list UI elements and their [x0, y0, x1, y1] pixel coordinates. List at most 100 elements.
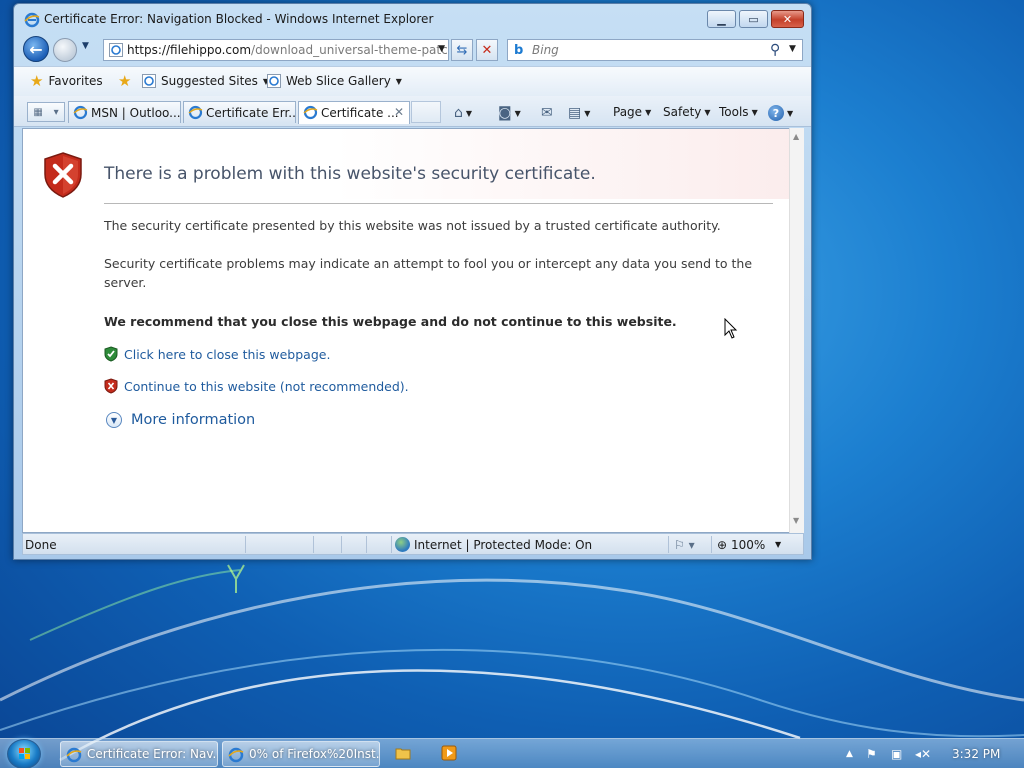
safety-menu[interactable]: Safety ▼: [663, 105, 711, 119]
tab-ie-icon: [73, 105, 88, 120]
page-ie-icon: [109, 43, 123, 57]
web-slice-dropdown-icon: ▼: [395, 76, 402, 86]
home-icon: ⌂: [454, 105, 463, 121]
bing-icon: b: [514, 43, 524, 58]
zoom-dropdown-icon[interactable]: ▼: [775, 540, 781, 549]
tab-close-icon[interactable]: ✕: [394, 105, 404, 119]
address-dropdown-icon[interactable]: ▼: [438, 44, 445, 54]
status-text: Done: [25, 538, 57, 552]
taskbar-item-ie[interactable]: Certificate Error: Nav...: [60, 741, 218, 767]
quick-tabs-grid-icon: ▦: [33, 106, 43, 118]
system-clock[interactable]: 3:32 PM: [952, 747, 1000, 761]
page-menu[interactable]: Page ▼: [613, 105, 651, 119]
continue-to-website-link[interactable]: Continue to this website (not recommende…: [104, 378, 409, 394]
help-icon: ?: [768, 105, 784, 121]
help-dropdown-icon: ▼: [787, 108, 794, 118]
show-hidden-icons[interactable]: ▲: [846, 749, 853, 759]
compatibility-refresh-button[interactable]: ⇆: [451, 39, 473, 61]
suggested-sites-button[interactable]: Suggested Sites ▼: [142, 74, 269, 88]
zoom-icon[interactable]: ⊕: [717, 538, 727, 552]
help-button[interactable]: ? ▼: [768, 105, 793, 121]
taskbar-item-label: Certificate Error: Nav...: [87, 747, 218, 761]
back-button[interactable]: ←: [23, 36, 49, 62]
red-shield-icon: [104, 378, 118, 394]
taskbar-item-download[interactable]: 0% of Firefox%20Inst...: [222, 741, 380, 767]
taskbar-ie-icon: [228, 747, 244, 763]
mouse-cursor-icon: [724, 318, 738, 339]
page-menu-label: Page: [613, 105, 643, 119]
status-separator: [711, 536, 712, 553]
action-center-flag-icon[interactable]: ⚑: [866, 747, 877, 761]
page-dropdown-icon: ▼: [645, 107, 652, 117]
security-zone-text[interactable]: Internet | Protected Mode: On: [414, 538, 592, 552]
maximize-button[interactable]: ▭: [739, 10, 768, 28]
search-icon[interactable]: ⚲: [770, 42, 780, 58]
status-separator: [366, 536, 367, 553]
tab-ie-icon: [188, 105, 203, 120]
explorer-folder-icon[interactable]: [395, 745, 411, 761]
tools-menu[interactable]: Tools ▼: [719, 105, 758, 119]
close-webpage-link[interactable]: Click here to close this webpage.: [104, 346, 330, 362]
search-box[interactable]: b Bing ⚲ ▼: [507, 39, 803, 61]
web-slice-gallery-label: Web Slice Gallery: [286, 74, 391, 88]
print-button[interactable]: ▤ ▼: [568, 105, 590, 121]
tab-ie-icon: [303, 105, 318, 120]
add-favorites-icon: ★: [118, 72, 132, 90]
status-separator: [668, 536, 669, 553]
stop-button[interactable]: ✕: [476, 39, 498, 61]
status-separator: [341, 536, 342, 553]
start-button[interactable]: [7, 739, 41, 768]
windows-logo-icon: [19, 748, 30, 759]
tab-label: Certificate ...: [321, 106, 399, 120]
recommendation-text: We recommend that you close this webpage…: [104, 314, 677, 329]
maximize-icon: ▭: [748, 12, 759, 26]
home-button[interactable]: ⌂ ▼: [454, 105, 472, 121]
minimize-button[interactable]: ▁: [707, 10, 736, 28]
safety-menu-label: Safety: [663, 105, 702, 119]
tab-certificate-error-1[interactable]: Certificate Err...: [183, 101, 296, 123]
feeds-dropdown-icon: ▼: [514, 108, 521, 118]
taskbar-item-label: 0% of Firefox%20Inst...: [249, 747, 380, 761]
scroll-down-icon[interactable]: ▼: [793, 516, 799, 525]
quick-tabs-button[interactable]: ▦ ▾: [27, 102, 65, 122]
add-to-favorites-bar-button[interactable]: ★: [118, 72, 132, 90]
search-dropdown-icon[interactable]: ▼: [789, 44, 796, 54]
more-information-toggle[interactable]: ▼ More information: [106, 412, 255, 428]
web-slice-gallery-button[interactable]: Web Slice Gallery ▼: [267, 74, 402, 88]
mail-icon: ✉: [541, 105, 553, 121]
tab-certificate-error-active[interactable]: Certificate ... ✕: [298, 101, 410, 124]
error-shield-icon: [44, 152, 82, 198]
home-dropdown-icon: ▼: [465, 108, 473, 118]
scroll-up-icon[interactable]: ▲: [793, 132, 799, 141]
tab-msn[interactable]: MSN | Outloo...: [68, 101, 181, 123]
network-icon[interactable]: ▣: [891, 747, 902, 761]
print-dropdown-icon: ▼: [584, 108, 591, 118]
new-tab-button[interactable]: [411, 101, 441, 123]
address-bar[interactable]: https://filehippo.com/download_universal…: [103, 39, 449, 61]
close-icon: ✕: [782, 12, 793, 26]
vertical-scrollbar[interactable]: ▲ ▼: [789, 128, 804, 533]
favorites-star-icon: ★: [30, 72, 44, 90]
taskbar: Certificate Error: Nav... 0% of Firefox%…: [0, 738, 1024, 768]
popup-blocker-icon[interactable]: ⚐ ▾: [674, 538, 695, 552]
expand-chevron-icon: ▼: [106, 412, 122, 428]
green-shield-icon: [104, 346, 118, 362]
close-window-button[interactable]: ✕: [771, 10, 804, 28]
volume-muted-icon[interactable]: ◂✕: [915, 747, 931, 761]
description-paragraph-1: The security certificate presented by th…: [104, 218, 721, 233]
continue-to-website-text: Continue to this website (not recommende…: [124, 378, 409, 394]
minimize-icon: ▁: [717, 12, 726, 26]
read-mail-button[interactable]: ✉: [541, 105, 553, 121]
favorites-button[interactable]: ★ Favorites: [30, 72, 103, 90]
status-separator: [391, 536, 392, 553]
feeds-button[interactable]: ◙ ▼: [498, 105, 521, 121]
forward-button[interactable]: [53, 38, 77, 62]
quick-tabs-dropdown-icon: ▾: [53, 106, 59, 118]
media-player-icon[interactable]: [441, 745, 457, 761]
suggested-sites-ie-icon: [142, 74, 156, 88]
title-bar[interactable]: Certificate Error: Navigation Blocked - …: [14, 4, 811, 34]
rss-feed-icon: ◙: [498, 105, 512, 121]
zoom-level[interactable]: 100%: [731, 538, 765, 552]
ie-window: Certificate Error: Navigation Blocked - …: [13, 3, 812, 560]
recent-pages-dropdown[interactable]: ▼: [82, 41, 89, 51]
